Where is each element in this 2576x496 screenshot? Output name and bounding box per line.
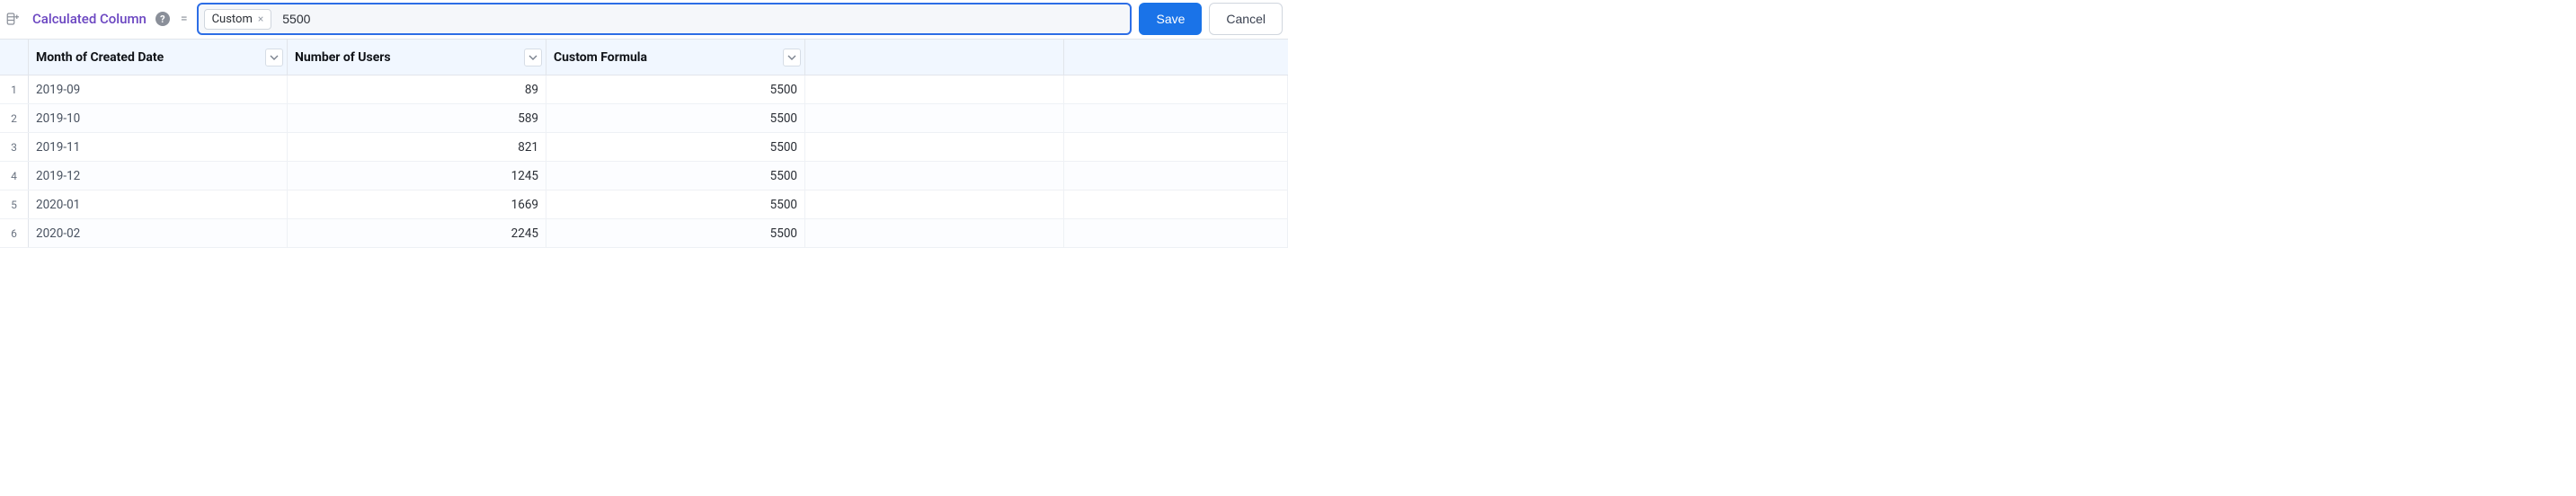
calculated-column-title: Calculated Column [32, 11, 147, 27]
table-row: 12019-09895500 [0, 75, 1288, 104]
formula-bar: Calculated Column ? = Custom × Save Canc… [0, 0, 1288, 39]
cell-empty[interactable] [1064, 190, 1288, 218]
row-number[interactable]: 3 [0, 133, 29, 161]
column-header-label: Number of Users [295, 50, 391, 65]
cell-empty[interactable] [805, 190, 1064, 218]
cell-month[interactable]: 2019-11 [29, 133, 288, 161]
column-header-formula[interactable]: Custom Formula [546, 40, 805, 75]
table-row: 52020-0116695500 [0, 190, 1288, 219]
row-number[interactable]: 1 [0, 75, 29, 103]
formula-input[interactable] [277, 4, 1130, 33]
table-row: 62020-0222455500 [0, 219, 1288, 248]
row-number[interactable]: 2 [0, 104, 29, 132]
column-header-users[interactable]: Number of Users [288, 40, 546, 75]
chevron-down-icon[interactable] [524, 49, 542, 66]
formula-input-wrap[interactable]: Custom × [197, 3, 1133, 35]
column-header-month[interactable]: Month of Created Date [29, 40, 288, 75]
column-header-empty-1[interactable] [805, 40, 1064, 75]
add-column-icon[interactable] [5, 11, 22, 27]
cell-formula[interactable]: 5500 [546, 75, 805, 103]
chevron-down-icon[interactable] [783, 49, 801, 66]
data-table: Month of Created Date Number of Users Cu… [0, 39, 1288, 248]
save-button[interactable]: Save [1139, 3, 1202, 35]
cell-formula[interactable]: 5500 [546, 104, 805, 132]
help-icon[interactable]: ? [155, 12, 170, 26]
cell-formula[interactable]: 5500 [546, 219, 805, 247]
cell-empty[interactable] [1064, 219, 1288, 247]
column-header-label: Month of Created Date [36, 50, 164, 65]
cell-empty[interactable] [805, 133, 1064, 161]
chevron-down-icon[interactable] [265, 49, 283, 66]
cell-users[interactable]: 589 [288, 104, 546, 132]
cell-users[interactable]: 1245 [288, 162, 546, 190]
column-header-empty-2[interactable] [1064, 40, 1288, 75]
table-row: 22019-105895500 [0, 104, 1288, 133]
cell-empty[interactable] [805, 162, 1064, 190]
cell-users[interactable]: 2245 [288, 219, 546, 247]
cell-formula[interactable]: 5500 [546, 133, 805, 161]
cell-empty[interactable] [1064, 75, 1288, 103]
cancel-button[interactable]: Cancel [1209, 3, 1283, 35]
cell-month[interactable]: 2020-02 [29, 219, 288, 247]
table-row: 32019-118215500 [0, 133, 1288, 162]
cell-formula[interactable]: 5500 [546, 162, 805, 190]
cell-users[interactable]: 1669 [288, 190, 546, 218]
cell-empty[interactable] [1064, 133, 1288, 161]
cell-month[interactable]: 2019-12 [29, 162, 288, 190]
cell-empty[interactable] [805, 104, 1064, 132]
table-body: 12019-0989550022019-10589550032019-11821… [0, 75, 1288, 248]
cell-month[interactable]: 2019-10 [29, 104, 288, 132]
cell-empty[interactable] [805, 75, 1064, 103]
table-row: 42019-1212455500 [0, 162, 1288, 190]
close-icon[interactable]: × [258, 13, 263, 25]
formula-chip-label: Custom [212, 13, 253, 26]
row-number[interactable]: 6 [0, 219, 29, 247]
row-number-header [0, 40, 29, 75]
cell-users[interactable]: 821 [288, 133, 546, 161]
cell-empty[interactable] [1064, 162, 1288, 190]
equals-sign: = [181, 12, 188, 26]
cell-month[interactable]: 2019-09 [29, 75, 288, 103]
row-number[interactable]: 5 [0, 190, 29, 218]
formula-chip[interactable]: Custom × [204, 9, 272, 30]
row-number[interactable]: 4 [0, 162, 29, 190]
cell-empty[interactable] [1064, 104, 1288, 132]
cell-users[interactable]: 89 [288, 75, 546, 103]
cell-empty[interactable] [805, 219, 1064, 247]
column-header-label: Custom Formula [554, 50, 647, 65]
cell-formula[interactable]: 5500 [546, 190, 805, 218]
table-header-row: Month of Created Date Number of Users Cu… [0, 40, 1288, 75]
cell-month[interactable]: 2020-01 [29, 190, 288, 218]
